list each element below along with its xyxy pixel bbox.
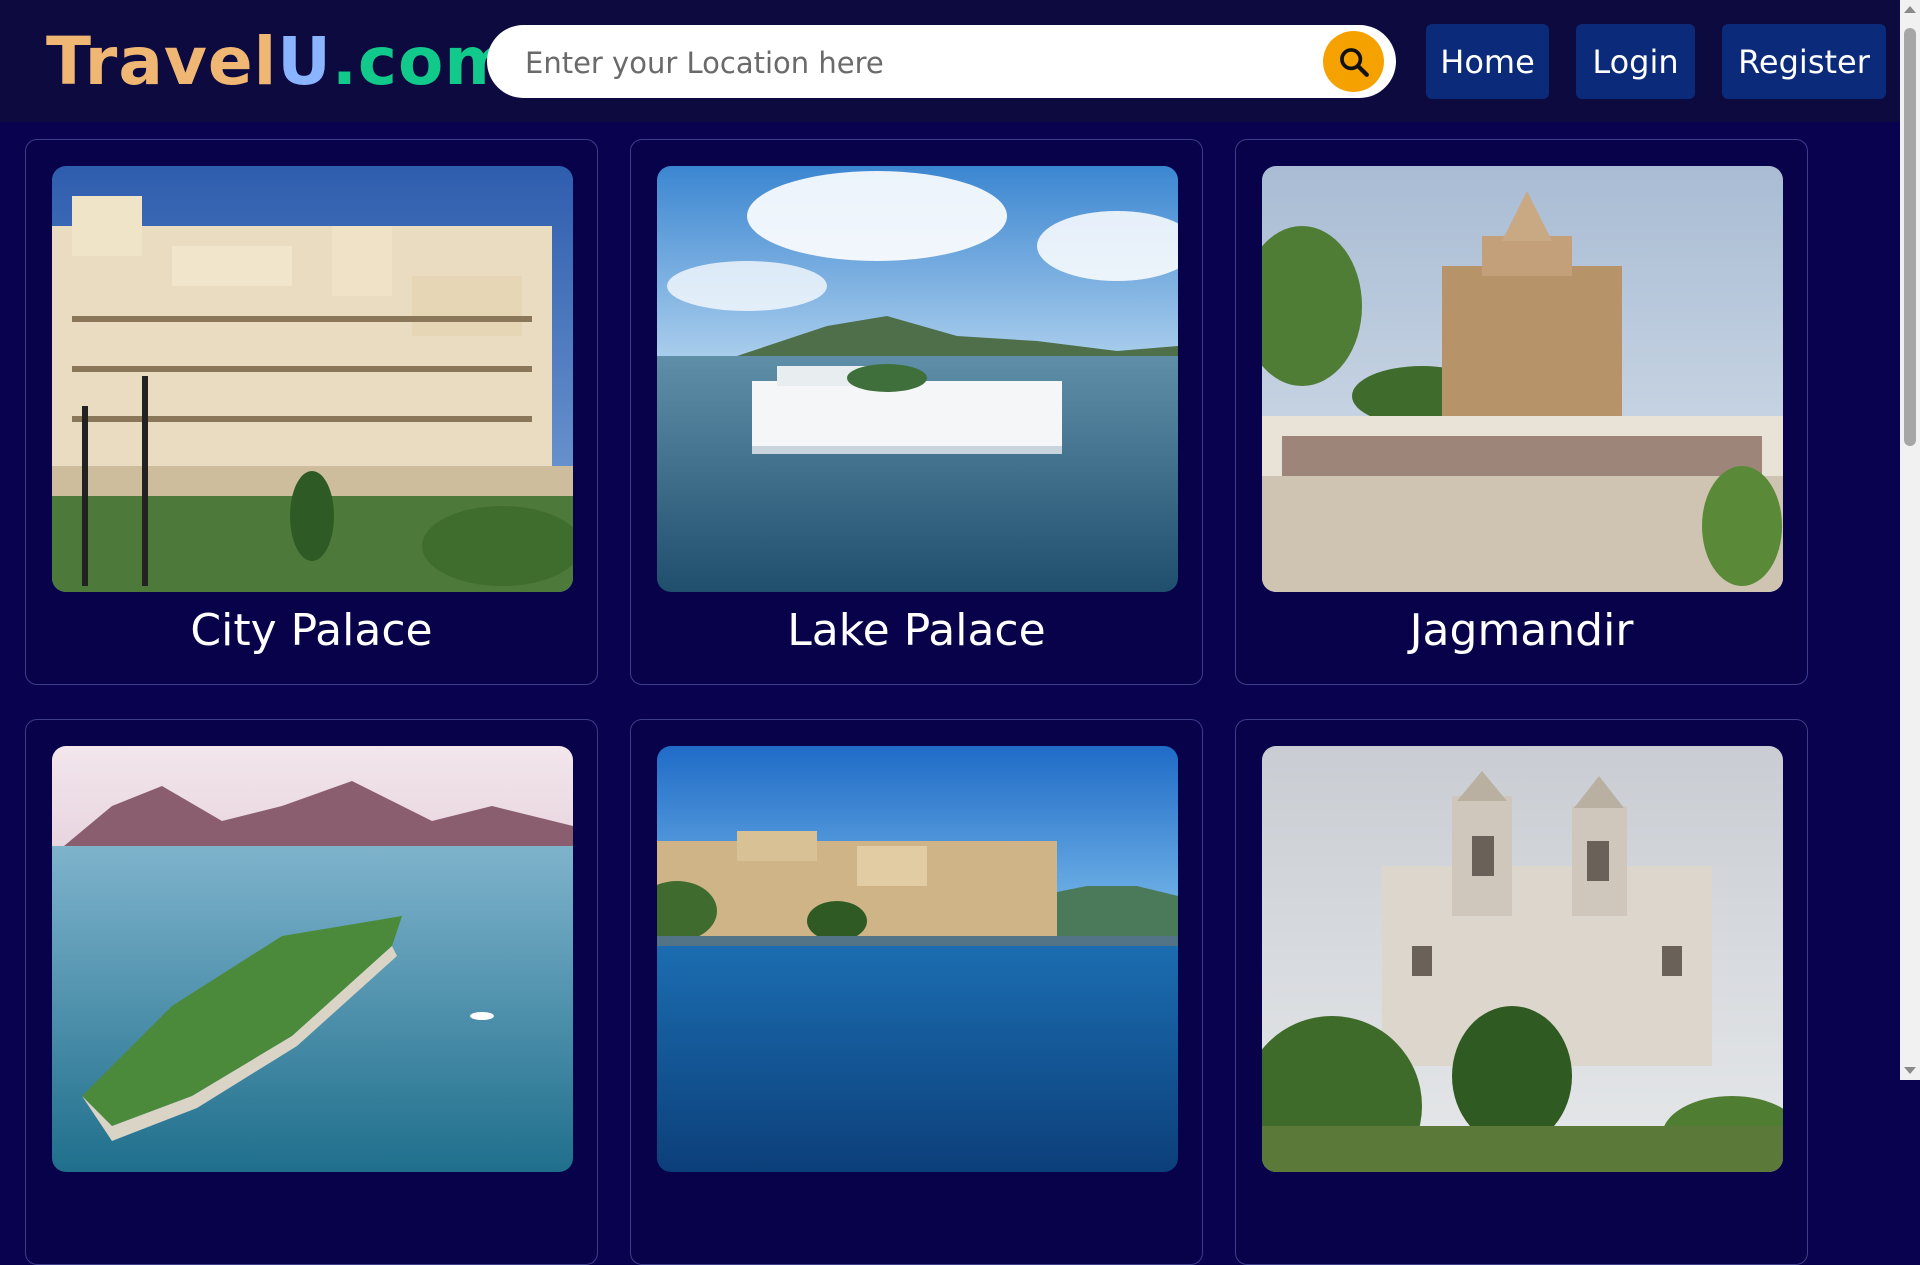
place-title: Lake Palace (787, 605, 1046, 656)
logo-u: U (277, 23, 332, 100)
scroll-down-arrow-icon[interactable] (1904, 1067, 1916, 1074)
scroll-thumb[interactable] (1904, 28, 1916, 446)
city-palace-image (52, 166, 573, 592)
login-button[interactable]: Login (1576, 24, 1695, 99)
register-button[interactable]: Register (1722, 24, 1886, 99)
place-card-lakeside[interactable] (630, 719, 1203, 1265)
lake-palace-image (657, 166, 1178, 592)
place-card-island[interactable] (25, 719, 598, 1265)
island-image (52, 746, 573, 1172)
site-logo[interactable]: TravelU.com (46, 22, 514, 102)
location-search-input[interactable] (523, 39, 1287, 86)
top-header: TravelU.com Home Login Register (0, 0, 1900, 122)
place-card-city-palace[interactable]: City Palace (25, 139, 598, 685)
logo-travel: Travel (46, 23, 278, 100)
lakeside-image (657, 746, 1178, 1172)
vertical-scrollbar[interactable] (1900, 0, 1920, 1080)
jagmandir-image (1262, 166, 1783, 592)
place-card-fort[interactable] (1235, 719, 1808, 1265)
search-bar (487, 25, 1396, 98)
place-card-lake-palace[interactable]: Lake Palace (630, 139, 1203, 685)
place-card-jagmandir[interactable]: Jagmandir (1235, 139, 1808, 685)
fort-image (1262, 746, 1783, 1172)
home-button[interactable]: Home (1426, 24, 1549, 99)
search-icon (1339, 47, 1369, 77)
place-title: City Palace (190, 605, 433, 656)
scroll-up-arrow-icon[interactable] (1904, 6, 1916, 13)
search-button[interactable] (1323, 31, 1384, 92)
place-title: Jagmandir (1409, 605, 1634, 656)
